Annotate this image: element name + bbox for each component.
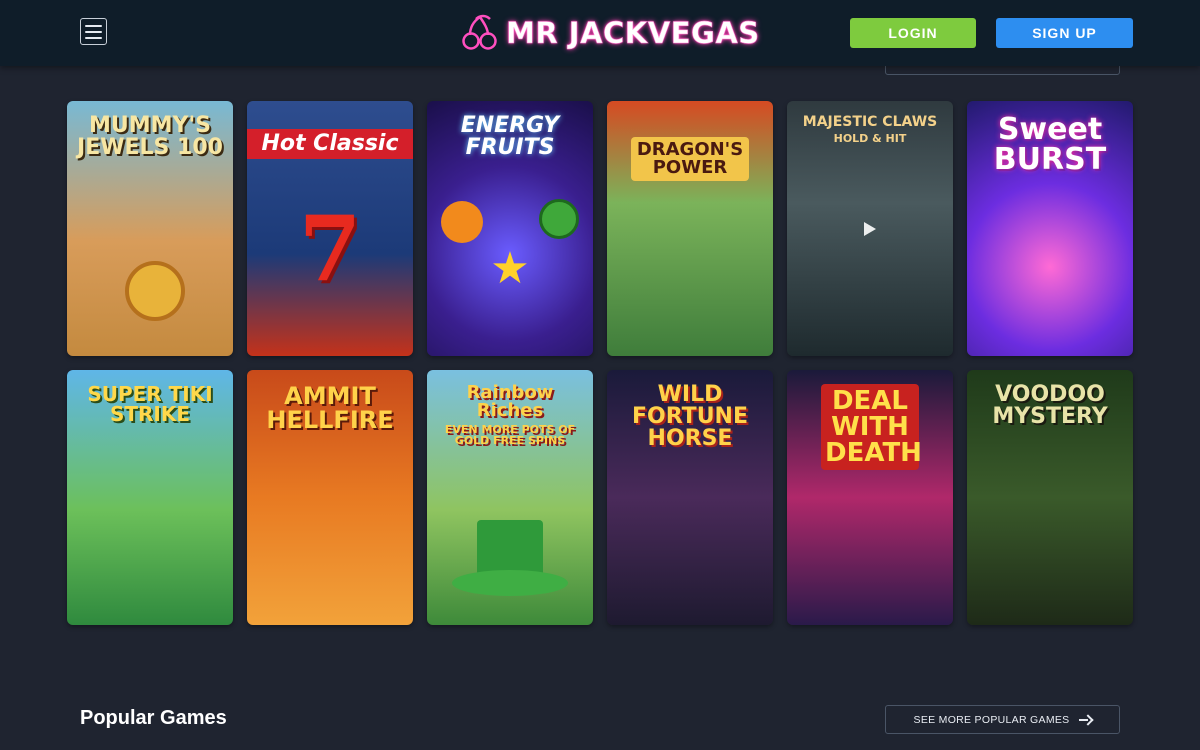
game-tile-mummys-jewels-100[interactable]: MUMMY'S JEWELS 100 [67,101,233,356]
site-logo[interactable]: MR JACKVEGAS [460,11,760,55]
seven-icon: 7 [298,196,362,302]
game-tile-ammit-hellfire[interactable]: AMMIT HELLFIRE [247,370,413,625]
play-icon[interactable] [864,221,876,236]
orange-icon [441,201,483,243]
site-header: MR JACKVEGAS LOGIN SIGN UP [0,0,1200,66]
game-tile-voodoo-mystery[interactable]: VOODOO MYSTERY [967,370,1133,625]
game-title: MUMMY'S JEWELS 100 [77,113,223,160]
game-tile-rainbow-riches[interactable]: Rainbow Riches EVEN MORE POTS OF GOLD FRE… [427,370,593,625]
game-tile-energy-fruits[interactable]: ENERGY FRUITS ★ [427,101,593,356]
see-more-popular-games-button[interactable]: SEE MORE POPULAR GAMES [885,705,1120,734]
game-title: WILD FORTUNE HORSE [632,382,748,451]
cherries-icon [462,14,497,50]
hamburger-menu-icon[interactable] [80,18,107,45]
game-tile-sweet-burst[interactable]: Sweet BURST [967,101,1133,356]
game-title: ENERGY FRUITS [460,113,560,160]
see-more-label: SEE MORE POPULAR GAMES [913,713,1070,726]
game-title: MAJESTIC CLAWS HOLD & HIT [802,114,938,145]
golden-disc-icon [125,261,185,321]
game-title: Sweet BURST [993,112,1107,177]
login-button[interactable]: LOGIN [850,18,976,48]
game-tile-super-tiki-strike[interactable]: SUPER TIKI STRIKE [67,370,233,625]
watermelon-icon [539,199,579,239]
game-title: VOODOO MYSTERY [992,382,1108,429]
game-title: SUPER TIKI STRIKE [87,382,213,426]
sign-up-button[interactable]: SIGN UP [996,18,1133,48]
game-tile-dragons-power[interactable]: DRAGON'S POWER [607,101,773,356]
game-tile-deal-with-death[interactable]: DEAL WITH DEATH [787,370,953,625]
game-title: AMMIT HELLFIRE [266,382,394,434]
game-title: DRAGON'S POWER [631,137,749,181]
new-games-grid: MUMMY'S JEWELS 100 Hot Classic 7 ENERGY … [67,101,1133,625]
arrow-right-icon [1079,715,1091,725]
game-title: Rainbow Riches EVEN MORE POTS OF GOLD FRE… [444,382,576,447]
star-icon: ★ [490,244,530,293]
logo-text: MR JACKVEGAS [506,16,760,51]
game-title: Hot Classic [247,129,413,159]
game-tile-wild-fortune-horse[interactable]: WILD FORTUNE HORSE [607,370,773,625]
popular-games-title: Popular Games [80,707,227,729]
hat-brim-icon [452,570,568,596]
game-tile-hot-classic[interactable]: Hot Classic 7 [247,101,413,356]
game-title: DEAL WITH DEATH [821,384,922,470]
game-tile-majestic-claws[interactable]: MAJESTIC CLAWS HOLD & HIT [787,101,953,356]
